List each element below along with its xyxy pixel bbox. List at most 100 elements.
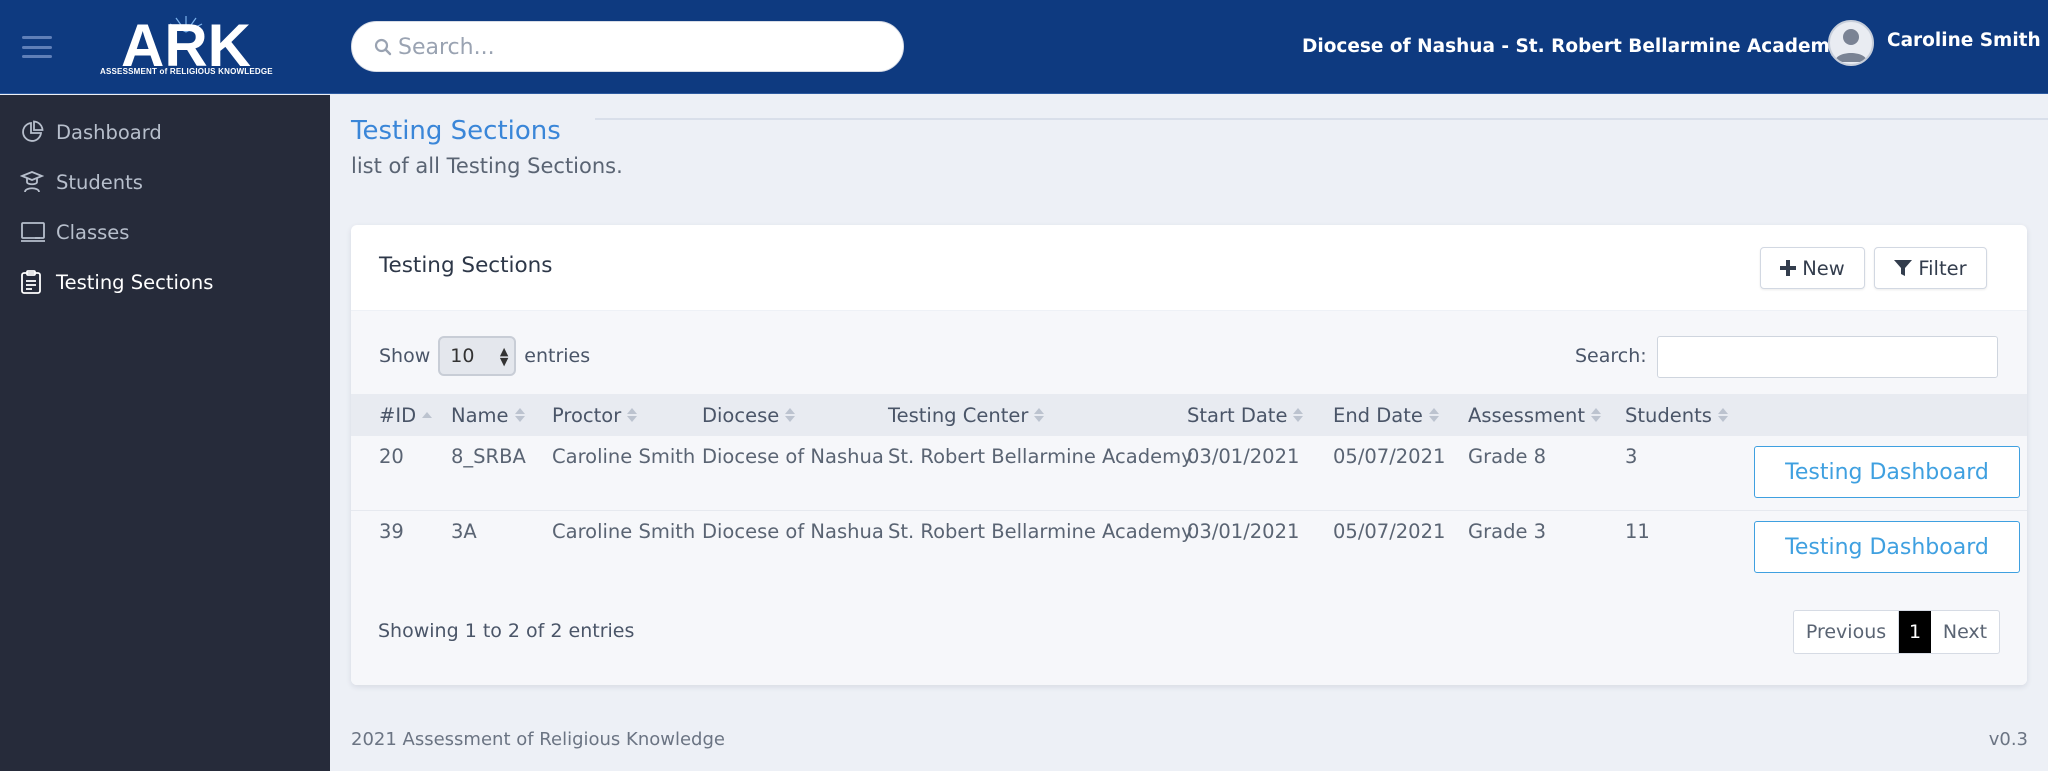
column-header-id[interactable]: #ID xyxy=(379,394,433,436)
testing-dashboard-button[interactable]: Testing Dashboard xyxy=(1754,446,2020,498)
column-header-name[interactable]: Name xyxy=(451,394,525,436)
sort-icon xyxy=(1717,408,1728,422)
testing-sections-card: Testing Sections New Filter Show 10 ▲ ▼ e… xyxy=(351,225,2027,685)
sort-icon xyxy=(514,408,525,422)
cell-name: 8_SRBA xyxy=(451,445,526,468)
column-header-diocese[interactable]: Diocese xyxy=(702,394,796,436)
sidebar-item-label: Classes xyxy=(56,220,130,244)
plus-icon xyxy=(1780,260,1797,276)
filter-button-label: Filter xyxy=(1918,256,1967,280)
user-name[interactable]: Caroline Smith xyxy=(1887,30,2041,51)
table-search-input[interactable] xyxy=(1657,336,1998,378)
page-button-current[interactable]: 1 xyxy=(1899,611,1931,653)
organization-dropdown[interactable]: Diocese of Nashua - St. Robert Bellarmin… xyxy=(1302,30,1864,62)
previous-page-button[interactable]: Previous xyxy=(1794,611,1899,653)
column-header-students[interactable]: Students xyxy=(1625,394,1728,436)
table-wrapper: Show 10 ▲ ▼ entries Search: #ID Name Proc… xyxy=(351,311,2027,685)
cell-diocese: Diocese of Nashua xyxy=(702,520,884,543)
table-row: 20 8_SRBA Caroline Smith Diocese of Nash… xyxy=(351,436,2027,511)
sidebar-item-classes[interactable]: Classes xyxy=(20,214,310,250)
sidebar-item-students[interactable]: Students xyxy=(20,164,310,200)
clipboard-icon xyxy=(20,268,50,296)
sort-icon xyxy=(627,408,638,422)
column-header-start-date[interactable]: Start Date xyxy=(1187,394,1304,436)
user-avatar[interactable] xyxy=(1828,20,1874,66)
global-search xyxy=(351,21,904,72)
sort-icon xyxy=(1293,408,1304,422)
sidebar-item-testing-sections[interactable]: Testing Sections xyxy=(20,264,310,300)
next-page-button[interactable]: Next xyxy=(1931,611,1999,653)
column-header-label: Assessment xyxy=(1468,403,1585,427)
page-subtitle: list of all Testing Sections. xyxy=(351,154,623,178)
hamburger-menu-icon[interactable] xyxy=(22,36,52,58)
sidebar-item-label: Dashboard xyxy=(56,120,162,144)
column-header-testing-center[interactable]: Testing Center xyxy=(888,394,1045,436)
column-header-label: Start Date xyxy=(1187,403,1288,427)
table-row: 39 3A Caroline Smith Diocese of Nashua S… xyxy=(351,511,2027,586)
title-divider xyxy=(595,118,2048,120)
logo-subtitle: ASSESSMENT of RELIGIOUS KNOWLEDGE xyxy=(100,67,273,76)
column-header-label: Testing Center xyxy=(888,403,1029,427)
sidebar-item-dashboard[interactable]: Dashboard xyxy=(20,114,310,150)
column-header-label: Diocese xyxy=(702,403,780,427)
cell-assessment: Grade 3 xyxy=(1468,520,1547,543)
column-header-label: Proctor xyxy=(552,403,622,427)
user-icon xyxy=(1835,29,1867,62)
top-navbar: ARK ASSESSMENT of RELIGIOUS KNOWLEDGE Di… xyxy=(0,0,2048,94)
cell-id: 20 xyxy=(379,445,404,468)
sort-ascending-icon xyxy=(422,412,433,418)
cell-proctor: Caroline Smith xyxy=(552,445,696,468)
sidebar: Dashboard Students Classes Testing Secti… xyxy=(0,95,330,771)
sort-icon xyxy=(1590,408,1601,422)
cell-name: 3A xyxy=(451,520,477,543)
sort-icon xyxy=(1034,408,1045,422)
pagination: Previous 1 Next xyxy=(1793,610,2000,654)
footer-copyright: 2021 Assessment of Religious Knowledge xyxy=(351,729,725,750)
table-info: Showing 1 to 2 of 2 entries xyxy=(378,620,635,642)
cell-id: 39 xyxy=(379,520,404,543)
cell-proctor: Caroline Smith xyxy=(552,520,696,543)
filter-icon xyxy=(1894,260,1913,276)
column-header-proctor[interactable]: Proctor xyxy=(552,394,638,436)
entries-label: entries xyxy=(524,345,591,367)
column-header-assessment[interactable]: Assessment xyxy=(1468,394,1601,436)
page-length-value: 10 xyxy=(450,345,475,367)
table-header: #ID Name Proctor Diocese Testing Center … xyxy=(351,394,2027,436)
page-title: Testing Sections xyxy=(351,116,561,146)
card-title: Testing Sections xyxy=(379,253,553,278)
cell-students: 3 xyxy=(1625,445,1638,468)
sort-icon xyxy=(785,408,796,422)
organization-label: Diocese of Nashua - St. Robert Bellarmin… xyxy=(1302,35,1842,57)
sidebar-item-label: Testing Sections xyxy=(56,270,214,294)
select-arrows-icon: ▲ ▼ xyxy=(499,345,509,368)
page-length-select[interactable]: 10 ▲ ▼ xyxy=(438,336,517,376)
testing-dashboard-button[interactable]: Testing Dashboard xyxy=(1754,521,2020,573)
cell-end-date: 05/07/2021 xyxy=(1333,445,1446,468)
cell-diocese: Diocese of Nashua xyxy=(702,445,884,468)
filter-button[interactable]: Filter xyxy=(1874,247,1987,289)
cell-start-date: 03/01/2021 xyxy=(1187,520,1300,543)
footer-version: v0.3 xyxy=(1988,729,2028,750)
card-header: Testing Sections New Filter xyxy=(351,225,2027,311)
cell-testing-center: St. Robert Bellarmine Academy xyxy=(888,520,1193,543)
graduation-cap-icon xyxy=(20,168,50,196)
column-header-end-date[interactable]: End Date xyxy=(1333,394,1439,436)
pie-chart-icon xyxy=(20,118,50,146)
sidebar-item-label: Students xyxy=(56,170,143,194)
global-search-input[interactable] xyxy=(398,28,888,66)
page-length-control: Show 10 ▲ ▼ entries xyxy=(379,336,590,376)
sort-icon xyxy=(1428,408,1439,422)
cell-assessment: Grade 8 xyxy=(1468,445,1547,468)
show-label: Show xyxy=(379,345,431,367)
cell-testing-center: St. Robert Bellarmine Academy xyxy=(888,445,1193,468)
column-header-label: Students xyxy=(1625,403,1712,427)
cell-start-date: 03/01/2021 xyxy=(1187,445,1300,468)
column-header-label: Name xyxy=(451,403,509,427)
chalkboard-icon xyxy=(20,218,50,246)
column-header-label: End Date xyxy=(1333,403,1423,427)
search-icon xyxy=(374,38,392,56)
new-button[interactable]: New xyxy=(1760,247,1865,289)
table-search-label: Search: xyxy=(1575,345,1647,367)
cell-end-date: 05/07/2021 xyxy=(1333,520,1446,543)
cell-students: 11 xyxy=(1625,520,1650,543)
